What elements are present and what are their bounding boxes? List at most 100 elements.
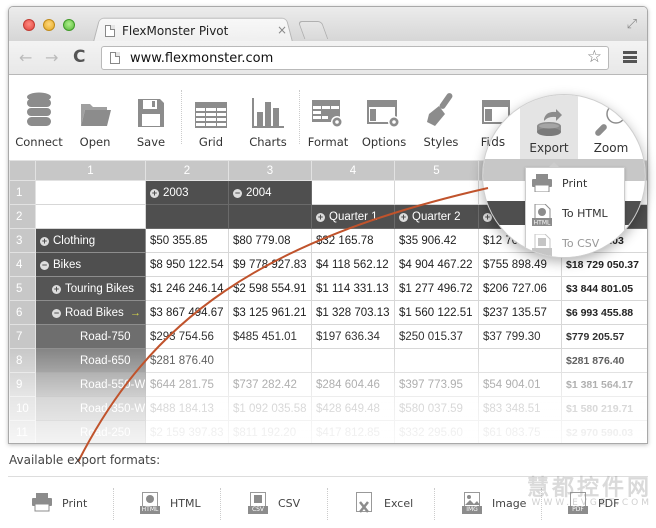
column-number[interactable]: 4 [311, 160, 395, 181]
grand-total-cell[interactable]: $3 844 801.05 [561, 276, 647, 301]
format-image[interactable]: IMG Image [462, 492, 526, 514]
row-header[interactable]: Road-550-W [35, 372, 146, 397]
value-cell[interactable] [478, 348, 562, 373]
value-cell[interactable]: $417 812.85 [311, 420, 395, 443]
value-cell[interactable]: $2 159 397.83 [145, 420, 229, 443]
toolbar-open[interactable]: Open [65, 90, 125, 149]
grand-total-cell[interactable]: $1 381 564.17 [561, 372, 647, 397]
value-cell[interactable]: $737 282.42 [228, 372, 312, 397]
value-cell[interactable]: $9 778 927.83 [228, 252, 312, 277]
value-cell[interactable]: $237 135.57 [478, 300, 562, 325]
row-header[interactable]: Road-650 [35, 348, 146, 373]
column-number[interactable]: 2 [145, 160, 229, 181]
year-header[interactable]: −2004 [228, 180, 312, 205]
tab-close-icon[interactable]: × [277, 23, 287, 37]
value-cell[interactable] [311, 348, 395, 373]
minimize-window-button[interactable] [43, 19, 55, 31]
toolbar-charts[interactable]: Charts [238, 90, 298, 149]
expand-toggle-icon[interactable]: + [399, 212, 408, 222]
value-cell[interactable]: $1 277 496.72 [394, 276, 479, 301]
address-bar[interactable]: www.flexmonster.com ☆ [101, 46, 609, 70]
format-excel[interactable]: Excel [354, 492, 413, 514]
value-cell[interactable]: $1 114 331.13 [311, 276, 395, 301]
row-header[interactable]: − Bikes [35, 252, 146, 277]
row-header[interactable]: Road-250 [35, 420, 146, 443]
fullscreen-icon[interactable]: ⤢ [627, 17, 637, 32]
grand-total-cell[interactable]: $1 580 219.71 [561, 396, 647, 421]
format-csv[interactable]: CSV CSV [248, 492, 300, 514]
quarter-header[interactable]: + Quarter 1 [311, 204, 395, 229]
toolbar-zoom[interactable]: Zoom [583, 95, 639, 155]
value-cell[interactable]: $3 867 494.67 [145, 300, 229, 325]
value-cell[interactable]: $284 604.46 [311, 372, 395, 397]
expand-toggle-icon[interactable]: + [316, 212, 325, 222]
value-cell[interactable]: $80 779.08 [228, 228, 312, 253]
toolbar-grid[interactable]: Grid [181, 90, 241, 149]
value-cell[interactable]: $811 192.20 [228, 420, 312, 443]
value-cell[interactable]: $428 649.48 [311, 396, 395, 421]
row-header[interactable]: Road-350-W [35, 396, 146, 421]
forward-icon[interactable]: → [45, 48, 58, 67]
browser-tab[interactable]: FlexMonster Pivot × [105, 21, 295, 41]
value-cell[interactable]: $488 184.13 [145, 396, 229, 421]
value-cell[interactable]: $83 348.51 [478, 396, 562, 421]
value-cell[interactable]: $332 295.60 [394, 420, 479, 443]
format-html[interactable]: HTML HTML [140, 492, 201, 514]
toolbar-format[interactable]: Format [298, 90, 358, 149]
expand-toggle-icon[interactable]: + [40, 236, 49, 246]
grand-total-cell[interactable]: $281 876.40 [561, 348, 647, 373]
row-header[interactable]: + Touring Bikes [35, 276, 146, 301]
value-cell[interactable]: $4 118 562.12 [311, 252, 395, 277]
column-number[interactable]: 3 [228, 160, 312, 181]
value-cell[interactable]: $50 355.85 [145, 228, 229, 253]
toolbar-save[interactable]: Save [121, 90, 181, 149]
maximize-window-button[interactable] [63, 19, 75, 31]
close-window-button[interactable] [23, 19, 35, 31]
value-cell[interactable]: $580 037.59 [394, 396, 479, 421]
expand-toggle-icon[interactable]: − [233, 188, 242, 198]
format-print[interactable]: Print [32, 492, 87, 514]
row-header[interactable]: Road-750 [35, 324, 146, 349]
toolbar-connect[interactable]: Connect [9, 90, 69, 149]
back-icon[interactable]: ← [19, 48, 32, 67]
value-cell[interactable]: $250 015.37 [394, 324, 479, 349]
value-cell[interactable]: $1 560 122.51 [394, 300, 479, 325]
column-number[interactable]: 5 [394, 160, 479, 181]
drill-through-arrow-icon[interactable]: → [130, 307, 141, 319]
value-cell[interactable]: $644 281.75 [145, 372, 229, 397]
value-cell[interactable]: $1 246 246.14 [145, 276, 229, 301]
grand-total-cell[interactable]: $2 970 590.03 [561, 420, 647, 443]
value-cell[interactable]: $37 799.30 [478, 324, 562, 349]
new-tab-button[interactable] [297, 21, 329, 39]
row-header[interactable]: + Clothing [35, 228, 146, 253]
column-number[interactable]: 1 [35, 160, 146, 181]
value-cell[interactable]: $54 904.01 [478, 372, 562, 397]
toolbar-options[interactable]: Options [354, 90, 414, 149]
toolbar-export[interactable]: Export [520, 95, 578, 159]
value-cell[interactable]: $61 083.75 [478, 420, 562, 443]
value-cell[interactable]: $4 904 467.22 [394, 252, 479, 277]
expand-toggle-icon[interactable]: + [52, 284, 61, 294]
hamburger-menu-icon[interactable] [623, 51, 637, 63]
bookmark-star-icon[interactable]: ☆ [587, 47, 602, 67]
value-cell[interactable]: $485 451.01 [228, 324, 312, 349]
expand-toggle-icon[interactable]: − [40, 260, 49, 270]
export-menu-html[interactable]: HTML To HTML [526, 198, 624, 228]
value-cell[interactable]: $3 125 961.21 [228, 300, 312, 325]
year-header[interactable]: +2003 [145, 180, 229, 205]
value-cell[interactable]: $8 950 122.54 [145, 252, 229, 277]
value-cell[interactable]: $197 636.34 [311, 324, 395, 349]
export-menu-csv[interactable]: To CSV [526, 228, 624, 257]
value-cell[interactable]: $32 165.78 [311, 228, 395, 253]
value-cell[interactable]: $397 773.95 [394, 372, 479, 397]
value-cell[interactable]: $281 876.40 [145, 348, 229, 373]
toolbar-styles[interactable]: Styles [411, 90, 471, 149]
expand-toggle-icon[interactable]: − [52, 308, 61, 318]
value-cell[interactable]: $293 754.56 [145, 324, 229, 349]
grand-total-cell[interactable]: $6 993 455.88 [561, 300, 647, 325]
value-cell[interactable]: $2 598 554.91 [228, 276, 312, 301]
value-cell[interactable]: $206 727.06 [478, 276, 562, 301]
value-cell[interactable]: $1 092 035.58 [228, 396, 312, 421]
expand-toggle-icon[interactable]: + [150, 188, 159, 198]
quarter-header[interactable]: + Quarter 2 [394, 204, 479, 229]
